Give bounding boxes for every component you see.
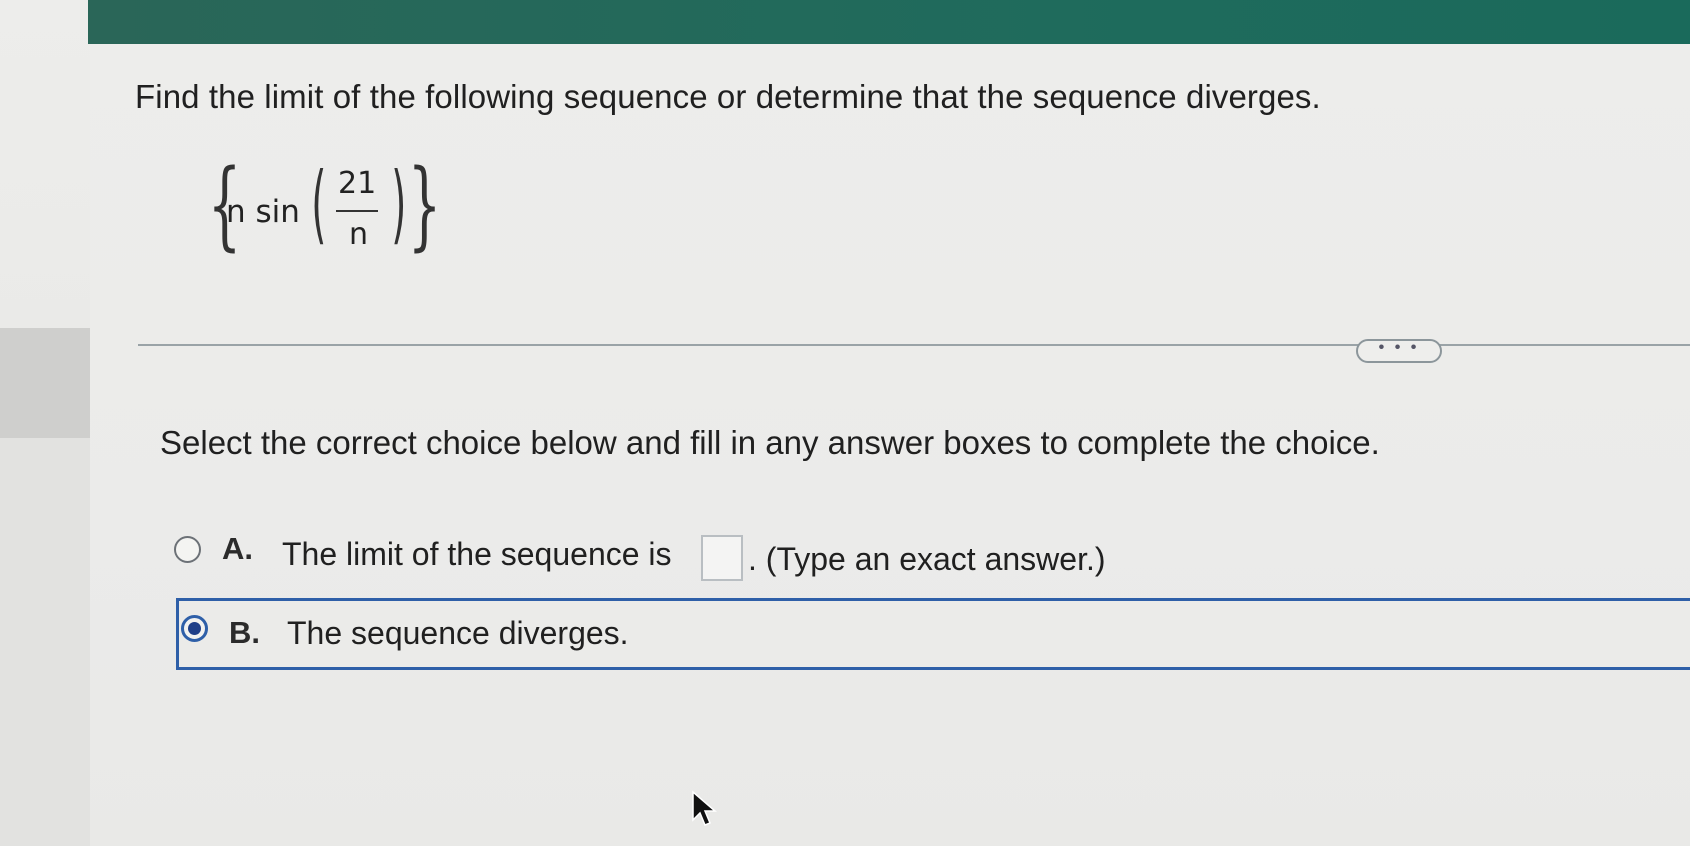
question-text: Find the limit of the following sequence… [135,78,1321,115]
expression-prefix: n sin [226,194,300,230]
top-header-bar [88,0,1690,44]
right-paren: ) [391,154,407,254]
choice-a-text: The limit of the sequence is [282,536,672,572]
fraction-denominator: n [349,217,369,252]
choice-a[interactable]: A. The limit of the sequence is . (Type … [170,526,1370,582]
choice-b[interactable]: B. The sequence diverges. [176,598,1690,670]
more-options-button[interactable]: • • • [1356,339,1442,363]
arrow-pointer-icon [692,790,718,826]
choice-b-text: The sequence diverges. [287,615,629,651]
choice-a-letter: A. [222,531,253,566]
left-paren: ( [311,154,327,254]
radio-selected-dot [188,622,201,635]
answer-input-box[interactable] [701,535,743,581]
instruction-text: Select the correct choice below and fill… [160,424,1380,461]
choice-a-hint: . (Type an exact answer.) [748,541,1106,577]
choice-b-letter: B. [229,615,260,650]
choice-a-radio[interactable] [174,536,201,563]
fraction-numerator: 21 [338,166,377,201]
choice-b-radio[interactable] [181,615,208,642]
fraction-bar [336,210,378,212]
sequence-expression: { n sin ( 21 n ) } [208,149,450,270]
right-brace: } [407,149,442,261]
section-divider [138,344,1690,346]
